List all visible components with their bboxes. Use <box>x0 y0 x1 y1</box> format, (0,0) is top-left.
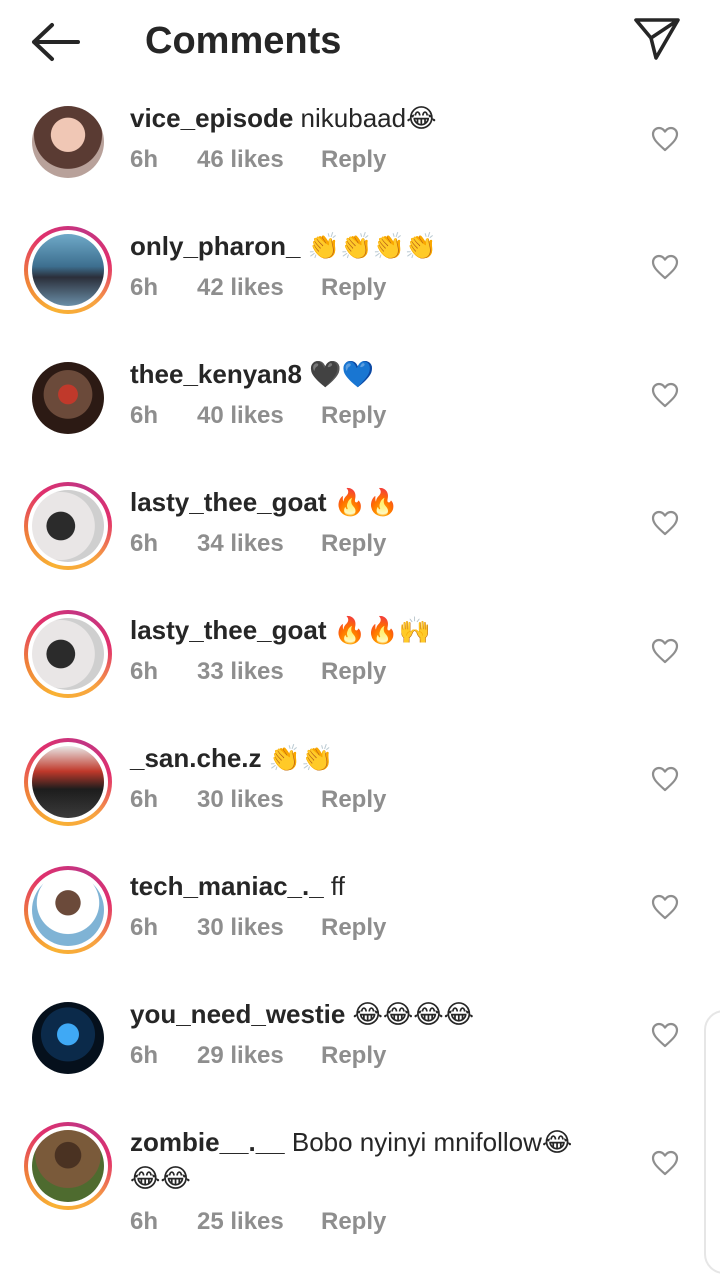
comment-row: _san.che.z 👏👏 6h 30 likes Reply <box>0 724 720 852</box>
comment-username[interactable]: zombie__.__ <box>130 1127 285 1157</box>
heart-icon[interactable] <box>651 1150 679 1176</box>
comment-time: 6h <box>130 1042 159 1069</box>
avatar[interactable] <box>32 746 104 818</box>
avatar[interactable] <box>32 874 104 946</box>
comment-username[interactable]: thee_kenyan8 <box>130 359 302 389</box>
comment-body: ff <box>323 871 345 901</box>
likes-count[interactable]: 33 likes <box>197 658 284 686</box>
heart-icon[interactable] <box>651 766 679 792</box>
comment-body-continued: 😂😂 <box>130 1163 191 1193</box>
comment-body: Bobo nyinyi mnifollow😂 <box>284 1127 573 1157</box>
comment-text: vice_episode nikubaad😂 <box>130 100 436 136</box>
comment-body: 🔥🔥🙌 <box>326 615 431 645</box>
comment-row: lasty_thee_goat 🔥🔥🙌 6h 33 likes Reply <box>0 596 720 724</box>
likes-count[interactable]: 34 likes <box>197 530 284 558</box>
comment-time: 6h <box>130 146 159 173</box>
comment-text: zombie__.__ Bobo nyinyi mnifollow😂 😂😂 <box>130 1124 572 1196</box>
comment-row: lasty_thee_goat 🔥🔥 6h 34 likes Reply <box>0 468 720 596</box>
likes-count[interactable]: 40 likes <box>197 402 284 430</box>
reply-button[interactable]: Reply <box>321 402 386 430</box>
comment-row: you_need_westie 😂😂😂😂 6h 29 likes Reply <box>0 980 720 1108</box>
comment-time: 6h <box>130 402 159 429</box>
avatar[interactable] <box>32 618 104 690</box>
comment-username[interactable]: only_pharon_ <box>130 231 300 261</box>
app-header: Comments <box>0 0 720 84</box>
heart-icon[interactable] <box>651 510 679 536</box>
comment-time: 6h <box>130 1208 159 1235</box>
reply-button[interactable]: Reply <box>321 1042 386 1070</box>
likes-count[interactable]: 30 likes <box>197 914 284 942</box>
back-button[interactable] <box>30 22 82 62</box>
comment-body: nikubaad😂 <box>293 103 437 133</box>
comment-username[interactable]: lasty_thee_goat <box>130 615 327 645</box>
avatar[interactable] <box>32 362 104 434</box>
comment-time: 6h <box>130 658 159 685</box>
heart-icon[interactable] <box>651 126 679 152</box>
comment-row: tech_maniac_._ ff 6h 30 likes Reply <box>0 852 720 980</box>
comment-body: 😂😂😂😂 <box>345 999 475 1029</box>
comment-time: 6h <box>130 274 159 301</box>
comment-body: 👏👏👏👏 <box>300 231 438 261</box>
comment-time: 6h <box>130 786 159 813</box>
reply-button[interactable]: Reply <box>321 658 386 686</box>
likes-count[interactable]: 42 likes <box>197 274 284 302</box>
reply-button[interactable]: Reply <box>321 914 386 942</box>
reply-button[interactable]: Reply <box>321 1208 386 1236</box>
reply-button[interactable]: Reply <box>321 274 386 302</box>
heart-icon[interactable] <box>651 1022 679 1048</box>
comment-username[interactable]: lasty_thee_goat <box>130 487 327 517</box>
comment-username[interactable]: tech_maniac_._ <box>130 871 324 901</box>
avatar[interactable] <box>32 234 104 306</box>
likes-count[interactable]: 30 likes <box>197 786 284 814</box>
comment-username[interactable]: vice_episode <box>130 103 293 133</box>
share-button[interactable] <box>632 16 682 62</box>
comment-row: zombie__.__ Bobo nyinyi mnifollow😂 😂😂 6h 25… <box>0 1108 720 1236</box>
comment-text: lasty_thee_goat 🔥🔥🙌 <box>130 612 431 648</box>
comment-body: 🖤💙 <box>301 359 374 389</box>
comment-row: only_pharon_ 👏👏👏👏 6h 42 likes Reply <box>0 212 720 340</box>
comment-text: lasty_thee_goat 🔥🔥 <box>130 484 399 520</box>
comment-text: only_pharon_ 👏👏👏👏 <box>130 228 437 264</box>
arrow-left-icon <box>32 23 80 61</box>
comment-time: 6h <box>130 914 159 941</box>
avatar[interactable] <box>32 106 104 178</box>
comment-list: vice_episode nikubaad😂 6h 46 likes Reply onl… <box>0 84 720 1236</box>
heart-icon[interactable] <box>651 638 679 664</box>
heart-icon[interactable] <box>651 254 679 280</box>
avatar[interactable] <box>32 1002 104 1074</box>
reply-button[interactable]: Reply <box>321 146 386 174</box>
comment-text: _san.che.z 👏👏 <box>130 740 334 776</box>
likes-count[interactable]: 29 likes <box>197 1042 284 1070</box>
heart-icon[interactable] <box>651 382 679 408</box>
likes-count[interactable]: 46 likes <box>197 146 284 174</box>
avatar[interactable] <box>32 490 104 562</box>
comment-body: 👏👏 <box>261 743 334 773</box>
comment-text: tech_maniac_._ ff <box>130 868 345 904</box>
comment-username[interactable]: you_need_westie <box>130 999 345 1029</box>
comment-body: 🔥🔥 <box>326 487 399 517</box>
likes-count[interactable]: 25 likes <box>197 1208 284 1236</box>
avatar[interactable] <box>32 1130 104 1202</box>
comment-text: you_need_westie 😂😂😂😂 <box>130 996 474 1032</box>
comment-time: 6h <box>130 530 159 557</box>
reply-button[interactable]: Reply <box>321 786 386 814</box>
comment-text: thee_kenyan8 🖤💙 <box>130 356 374 392</box>
send-paper-plane-icon <box>634 18 680 60</box>
floating-panel-edge <box>704 1010 720 1274</box>
page-title: Comments <box>145 20 342 62</box>
comment-row: thee_kenyan8 🖤💙 6h 40 likes Reply <box>0 340 720 468</box>
comment-username[interactable]: _san.che.z <box>130 743 262 773</box>
comment-row: vice_episode nikubaad😂 6h 46 likes Reply <box>0 84 720 212</box>
reply-button[interactable]: Reply <box>321 530 386 558</box>
heart-icon[interactable] <box>651 894 679 920</box>
